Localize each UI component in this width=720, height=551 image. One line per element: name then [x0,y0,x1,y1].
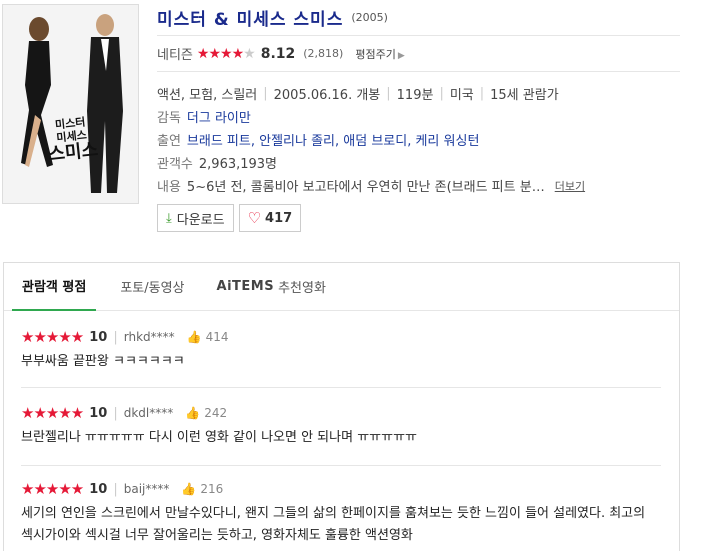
synopsis-text: 5~6년 전, 콜롬비아 보고타에서 우연히 만난 존(브래드 피트 분… [186,180,545,195]
separator: | [386,86,391,101]
thumbs-up-icon[interactable]: 👍 [181,482,196,496]
rating-count: (2,818) [303,47,344,60]
director-label: 감독 [157,111,181,126]
separator: | [113,481,118,497]
tab-recommended[interactable]: AiTEMS 추천영화 [217,263,326,311]
review-stars: ★★★★★ [21,480,84,498]
separator: | [479,86,485,101]
review-stars: ★★★★★ [21,404,84,422]
thumbs-up-icon[interactable]: 👍 [185,406,200,420]
heart-icon: ♡ [247,209,262,227]
download-icon: ⤓ [166,210,172,226]
tab-label: 관람객 평점 [22,280,87,295]
review-likes: 216 [200,482,224,496]
review-divider [21,387,661,388]
movie-poster[interactable]: 미스터 미세스 스미스 [2,4,139,204]
tab-label: 포토/동영상 [120,281,185,296]
review-likes: 242 [204,406,228,420]
download-button[interactable]: ⤓ 다운로드 [157,204,234,232]
poster-man-figure [87,14,123,193]
review-score: 10 [89,481,108,497]
rating-row: 네티즌 ★★★★★ 8.12 (2,818) 평점주기 ▶ [157,36,680,72]
basic-info-row: 액션, 모험, 스릴러 | 2005.06.16. 개봉 | 119분 | 미국… [157,82,680,105]
review-user: rhkd**** [123,330,175,344]
review-meta: ★★★★★ 10 | baij**** 👍 216 [21,479,661,499]
poster-title: 미스터 미세스 스미스 [35,113,109,166]
star-filled-icon: ★ [208,45,221,62]
cast-label: 출연 [157,134,181,149]
separator: | [263,86,268,101]
star-filled-icon: ★ [196,45,210,62]
genre: 액션, 모험, 스릴러 [157,88,258,103]
star-filled-icon: ★ [231,45,245,62]
review-tabs: 관람객 평점 포토/동영상 AiTEMS 추천영화 [4,263,679,311]
review-item: ★★★★★ 10 | dkdl**** 👍 242 브란젤리나 ㅠㅠㅠㅠㅠ 다시… [21,403,661,449]
separator: | [113,405,118,421]
tab-label: 추천영화 [278,281,326,296]
chevron-right-icon: ▶ [397,50,405,61]
review-user: baij**** [123,482,170,496]
review-meta: ★★★★★ 10 | rhkd**** 👍 414 [21,327,661,347]
director-row: 감독 더그 라이만 [157,105,680,128]
review-text: 부부싸움 끝판왕 ㅋㅋㅋㅋㅋㅋ [21,354,185,369]
cast-links[interactable]: 브래드 피트, 안젤리나 졸리, 애덤 브로디, 케리 워싱턴 [187,130,479,149]
age-rating: 15세 관람가 [490,88,559,103]
tab-photo-video[interactable]: 포토/동영상 [120,263,184,311]
like-count: 417 [265,210,293,226]
movie-title[interactable]: 미스터 & 미세스 스미스 [157,5,343,30]
rating-stars: ★★★★★ [196,45,256,62]
star-filled-icon: ★ [220,45,233,62]
movie-year: (2005) [351,11,388,24]
like-button[interactable]: ♡ 417 [238,204,302,232]
audience-row: 관객수 2,963,193명 [157,151,680,174]
synopsis-label: 내용 [157,180,181,195]
review-section: 관람객 평점 포토/동영상 AiTEMS 추천영화 ★★★★★ 10 | rhk… [3,262,680,551]
rating-label: 네티즌 [157,48,193,63]
review-user: dkdl**** [123,406,174,420]
country: 미국 [449,88,474,103]
rate-link-label: 평점주기 [355,47,396,61]
rate-link[interactable]: 평점주기 ▶ [355,46,404,62]
tab-audience-rating[interactable]: 관람객 평점 [12,263,97,311]
aitems-logo: AiTEMS [216,279,275,294]
director-link[interactable]: 더그 라이만 [187,107,251,126]
review-divider [21,465,661,466]
star-empty-icon: ★ [243,45,256,62]
more-link[interactable]: 더보기 [555,178,585,194]
review-likes: 414 [205,330,229,344]
audience-label: 관객수 [157,157,193,172]
review-score: 10 [89,329,108,345]
review-item: ★★★★★ 10 | baij**** 👍 216 세기의 연인을 스크린에서 … [21,479,661,547]
review-score: 10 [89,405,108,421]
rating-score: 8.12 [260,45,296,62]
review-text: 브란젤리나 ㅠㅠㅠㅠㅠ 다시 이런 영화 같이 나오면 안 되나며 ㅠㅠㅠㅠㅠ [21,430,417,445]
movie-info: 미스터 & 미세스 스미스 (2005) 네티즌 ★★★★★ 8.12 (2,8… [157,0,680,197]
separator: | [439,86,444,101]
review-text: 세기의 연인을 스크린에서 만날수있다니, 왠지 그들의 삶의 한페이지를 훔쳐… [21,506,646,543]
download-label: 다운로드 [176,212,225,228]
separator: | [113,329,118,345]
cast-row: 출연 브래드 피트, 안젤리나 졸리, 애덤 브로디, 케리 워싱턴 [157,128,680,151]
title-row: 미스터 & 미세스 스미스 (2005) [157,0,680,36]
thumbs-up-icon[interactable]: 👍 [187,330,202,344]
review-stars: ★★★★★ [21,328,84,346]
runtime: 119분 [396,88,434,103]
review-item: ★★★★★ 10 | rhkd**** 👍 414 부부싸움 끝판왕 ㅋㅋㅋㅋㅋ… [21,327,661,373]
synopsis-row: 내용 5~6년 전, 콜롬비아 보고타에서 우연히 만난 존(브래드 피트 분…… [157,174,680,197]
review-meta: ★★★★★ 10 | dkdl**** 👍 242 [21,403,661,423]
audience-count: 2,963,193명 [198,157,278,172]
movie-details: 액션, 모험, 스릴러 | 2005.06.16. 개봉 | 119분 | 미국… [157,72,680,197]
release-date: 2005.06.16. 개봉 [273,88,381,103]
action-buttons: ⤓ 다운로드 ♡ 417 [157,204,302,232]
